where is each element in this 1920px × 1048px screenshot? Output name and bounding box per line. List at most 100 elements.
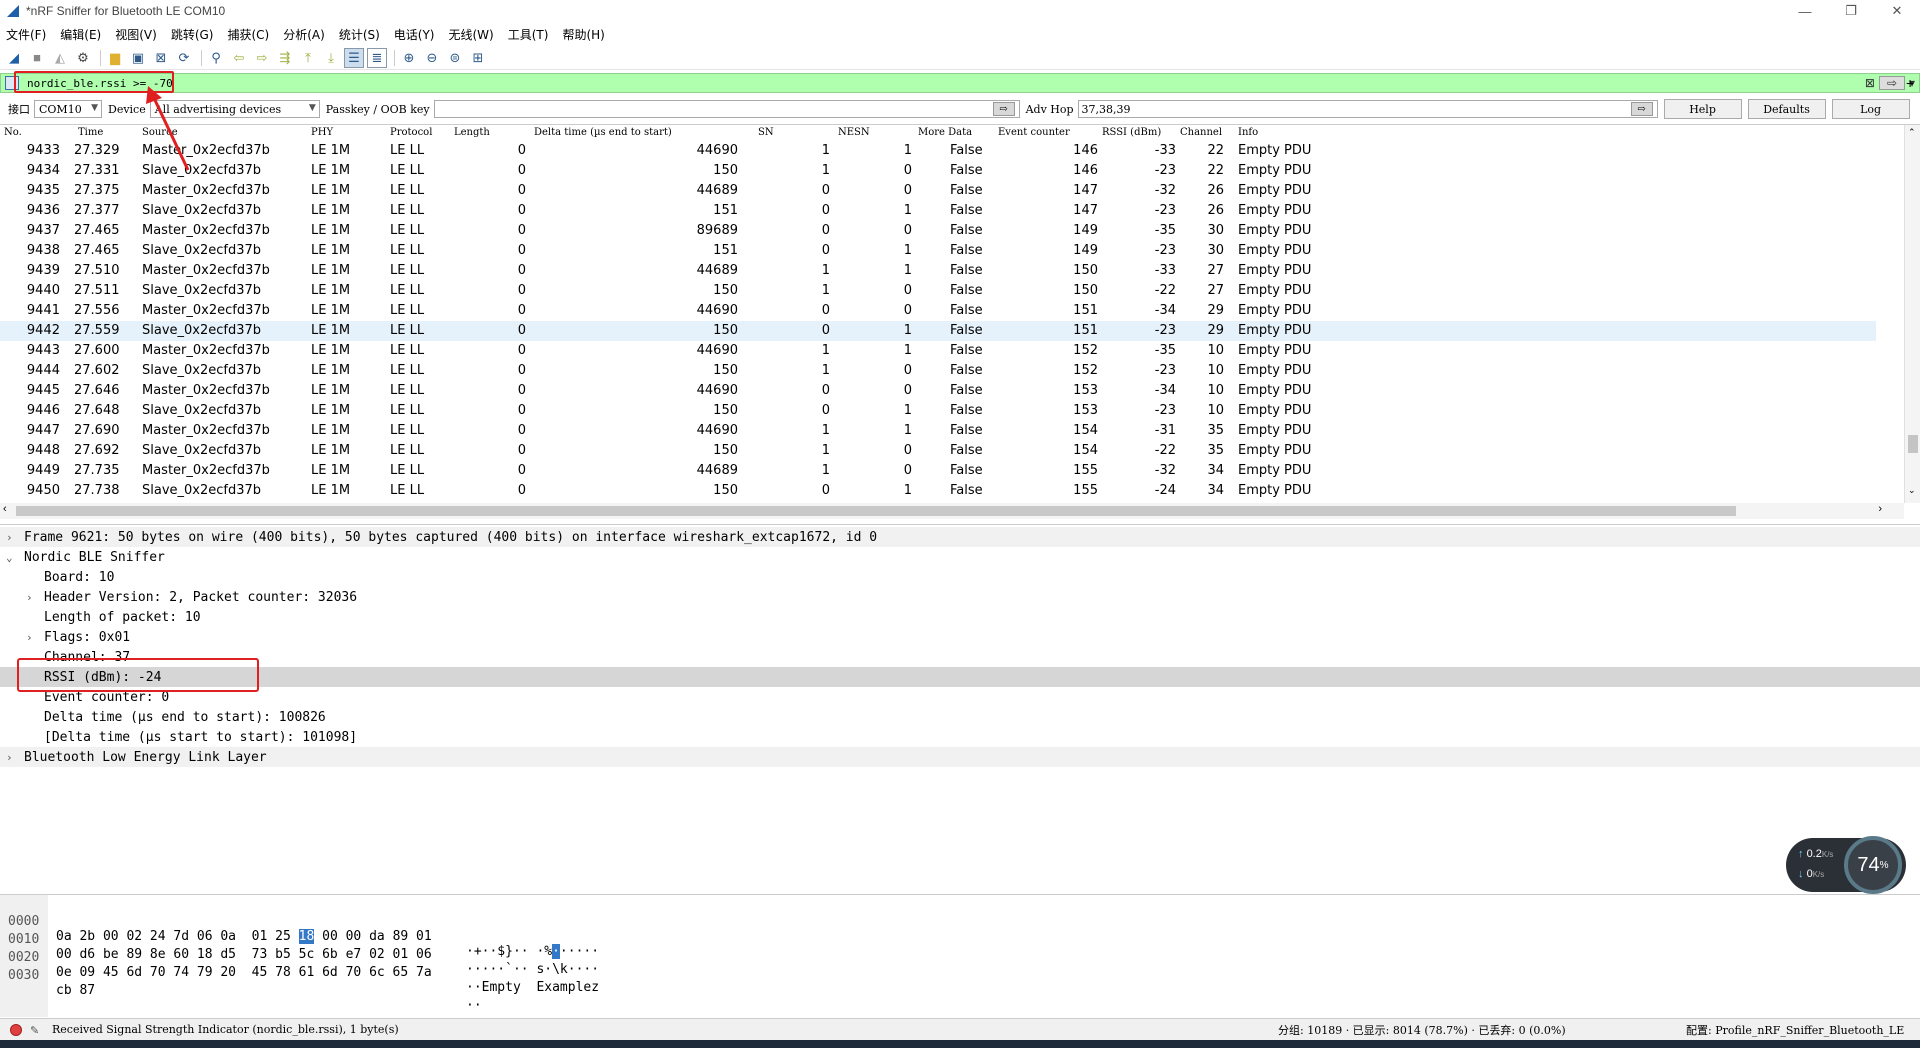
detail-btle[interactable]: › Bluetooth Low Energy Link Layer	[0, 747, 1920, 767]
capture-options-icon[interactable]: ⚙	[73, 48, 93, 68]
column-time[interactable]: Time	[78, 127, 103, 138]
start-capture-icon[interactable]: ◢	[4, 48, 24, 68]
column-info[interactable]: Info	[1238, 127, 1258, 138]
bytes-row[interactable]: 0010 00 d6 be 89 8e 60 18 d5 73 b5 5c 6b…	[0, 917, 599, 977]
scroll-thumb[interactable]	[1908, 435, 1918, 453]
go-to-packet-icon[interactable]: ⇶	[275, 48, 295, 68]
table-row[interactable]: 9435 27.375 Master_0x2ecfd37b LE 1M LE LL 0 44…	[0, 181, 1876, 201]
menu-analyze[interactable]: 分析(A)	[283, 26, 325, 43]
column-length[interactable]: Length	[454, 127, 490, 138]
minimize-icon[interactable]: —	[1782, 0, 1828, 22]
detail-delta[interactable]: Delta time (µs end to start): 100826	[0, 707, 1920, 727]
table-row[interactable]: 9446 27.648 Slave_0x2ecfd37b LE 1M LE LL 0 150…	[0, 401, 1876, 421]
log-button[interactable]: Log	[1831, 99, 1910, 119]
colorize-icon[interactable]: ≣	[367, 47, 387, 68]
stop-capture-icon[interactable]: ■	[27, 48, 47, 68]
packet-list-scrollbar[interactable]: ⌃ ⌄	[1904, 125, 1920, 503]
chevron-right-icon[interactable]: ›	[6, 531, 13, 544]
reload-file-icon[interactable]: ⟳	[174, 48, 194, 68]
bytes-row[interactable]: 0000 0a 2b 00 02 24 7d 06 0a 01 25 18 00…	[0, 899, 599, 959]
adv-hop-input[interactable]: 37,38,39 ⇨	[1077, 100, 1658, 118]
menu-view[interactable]: 视图(V)	[115, 26, 157, 43]
scroll-right-icon[interactable]: ›	[1878, 503, 1882, 515]
scroll-up-icon[interactable]: ⌃	[1908, 127, 1916, 138]
scroll-down-icon[interactable]: ⌄	[1908, 485, 1916, 496]
column-source[interactable]: Source	[142, 127, 178, 138]
column-protocol[interactable]: Protocol	[390, 127, 432, 138]
table-row[interactable]: 9448 27.692 Slave_0x2ecfd37b LE 1M LE LL 0 150…	[0, 441, 1876, 461]
detail-board[interactable]: Board: 10	[0, 567, 1920, 587]
help-button[interactable]: Help	[1663, 99, 1742, 119]
scroll-left-icon[interactable]: ‹	[3, 503, 7, 515]
menu-statistics[interactable]: 统计(S)	[339, 26, 380, 43]
first-packet-icon[interactable]: ⤒	[298, 48, 318, 68]
table-row[interactable]: 9444 27.602 Slave_0x2ecfd37b LE 1M LE LL 0 150…	[0, 361, 1876, 381]
column-event-counter[interactable]: Event counter	[998, 127, 1070, 138]
table-row[interactable]: 9445 27.646 Master_0x2ecfd37b LE 1M LE LL 0 44…	[0, 381, 1876, 401]
detail-nordic[interactable]: ⌄ Nordic BLE Sniffer	[0, 547, 1920, 567]
status-profile[interactable]: 配置: Profile_nRF_Sniffer_Bluetooth_LE	[1686, 1022, 1916, 1038]
menu-file[interactable]: 文件(F)	[6, 26, 46, 43]
column-rssi[interactable]: RSSI (dBm)	[1102, 127, 1161, 138]
last-packet-icon[interactable]: ⤓	[321, 48, 341, 68]
passkey-input[interactable]: ⇨	[433, 100, 1020, 118]
detail-frame[interactable]: › Frame 9621: 50 bytes on wire (400 bits…	[0, 527, 1920, 547]
column-sn[interactable]: SN	[758, 127, 774, 138]
table-row[interactable]: 9443 27.600 Master_0x2ecfd37b LE 1M LE LL 0 44…	[0, 341, 1876, 361]
detail-header[interactable]: › Header Version: 2, Packet counter: 320…	[0, 587, 1920, 607]
menu-wireless[interactable]: 无线(W)	[449, 26, 494, 43]
packet-list-hscrollbar[interactable]: ‹ ›	[0, 503, 1904, 519]
table-row[interactable]: 9436 27.377 Slave_0x2ecfd37b LE 1M LE LL 0 151…	[0, 201, 1876, 221]
clear-filter-icon[interactable]: ⊠	[1865, 76, 1875, 90]
expert-info-icon[interactable]	[10, 1023, 22, 1036]
column-phy[interactable]: PHY	[311, 127, 333, 138]
interface-select[interactable]: COM10 ▼	[34, 100, 102, 118]
column-channel[interactable]: Channel	[1180, 127, 1222, 138]
table-row[interactable]: 9442 27.559 Slave_0x2ecfd37b LE 1M LE LL 0 150…	[0, 321, 1876, 341]
column-more-data[interactable]: More Data	[918, 127, 972, 138]
detail-rssi[interactable]: RSSI (dBm): -24	[0, 667, 1920, 687]
detail-flags[interactable]: › Flags: 0x01	[0, 627, 1920, 647]
open-file-icon[interactable]: ▆	[105, 48, 125, 68]
add-filter-button-icon[interactable]: +	[1906, 75, 1914, 91]
column-delta-time[interactable]: Delta time (µs end to start)	[534, 127, 672, 138]
table-row[interactable]: 9447 27.690 Master_0x2ecfd37b LE 1M LE LL 0 44…	[0, 421, 1876, 441]
device-select[interactable]: All advertising devices ▼	[149, 100, 320, 118]
column-nesn[interactable]: NESN	[838, 127, 870, 138]
bytes-row[interactable]: 0020 0e 09 45 6d 70 74 79 20 45 78 61 6d…	[0, 935, 599, 995]
find-packet-icon[interactable]: ⚲	[206, 48, 226, 68]
bytes-row[interactable]: 0030 cb 87 ··	[0, 953, 482, 1013]
go-forward-icon[interactable]: ⇨	[252, 48, 272, 68]
table-row[interactable]: 9441 27.556 Master_0x2ecfd37b LE 1M LE LL 0 44…	[0, 301, 1876, 321]
detail-delta-start[interactable]: [Delta time (µs start to start): 101098]	[0, 727, 1920, 747]
hscroll-thumb[interactable]	[16, 506, 1736, 516]
table-row[interactable]: 9450 27.738 Slave_0x2ecfd37b LE 1M LE LL 0 150…	[0, 481, 1876, 501]
save-file-icon[interactable]: ▣	[128, 48, 148, 68]
table-row[interactable]: 9439 27.510 Master_0x2ecfd37b LE 1M LE LL 0 44…	[0, 261, 1876, 281]
detail-event[interactable]: Event counter: 0	[0, 687, 1920, 707]
chevron-right-icon[interactable]: ›	[26, 591, 33, 604]
zoom-out-icon[interactable]: ⊖	[422, 48, 442, 68]
go-back-icon[interactable]: ⇦	[229, 48, 249, 68]
close-icon[interactable]: ✕	[1874, 0, 1920, 22]
chevron-right-icon[interactable]: ›	[26, 631, 33, 644]
chevron-right-icon[interactable]: ›	[6, 751, 13, 764]
table-row[interactable]: 9449 27.735 Master_0x2ecfd37b LE 1M LE LL 0 44…	[0, 461, 1876, 481]
close-file-icon[interactable]: ⊠	[151, 48, 171, 68]
menu-telephony[interactable]: 电话(Y)	[394, 26, 435, 43]
table-row[interactable]: 9440 27.511 Slave_0x2ecfd37b LE 1M LE LL 0 150…	[0, 281, 1876, 301]
menu-go[interactable]: 跳转(G)	[171, 26, 214, 43]
menu-edit[interactable]: 编辑(E)	[60, 26, 101, 43]
adv-hop-apply-icon[interactable]: ⇨	[1630, 102, 1653, 116]
restore-icon[interactable]: ❐	[1828, 0, 1874, 22]
passkey-apply-icon[interactable]: ⇨	[992, 102, 1015, 116]
table-row[interactable]: 9434 27.331 Slave_0x2ecfd37b LE 1M LE LL 0 150…	[0, 161, 1876, 181]
table-row[interactable]: 9433 27.329 Master_0x2ecfd37b LE 1M LE LL 0 44…	[0, 141, 1876, 161]
restart-capture-icon[interactable]: ◭	[50, 48, 70, 68]
menu-tools[interactable]: 工具(T)	[508, 26, 549, 43]
column-no[interactable]: No.	[4, 127, 22, 138]
menu-capture[interactable]: 捕获(C)	[227, 26, 269, 43]
detail-length[interactable]: Length of packet: 10	[0, 607, 1920, 627]
table-row[interactable]: 9438 27.465 Slave_0x2ecfd37b LE 1M LE LL 0 151…	[0, 241, 1876, 261]
zoom-normal-icon[interactable]: ⊜	[445, 48, 465, 68]
